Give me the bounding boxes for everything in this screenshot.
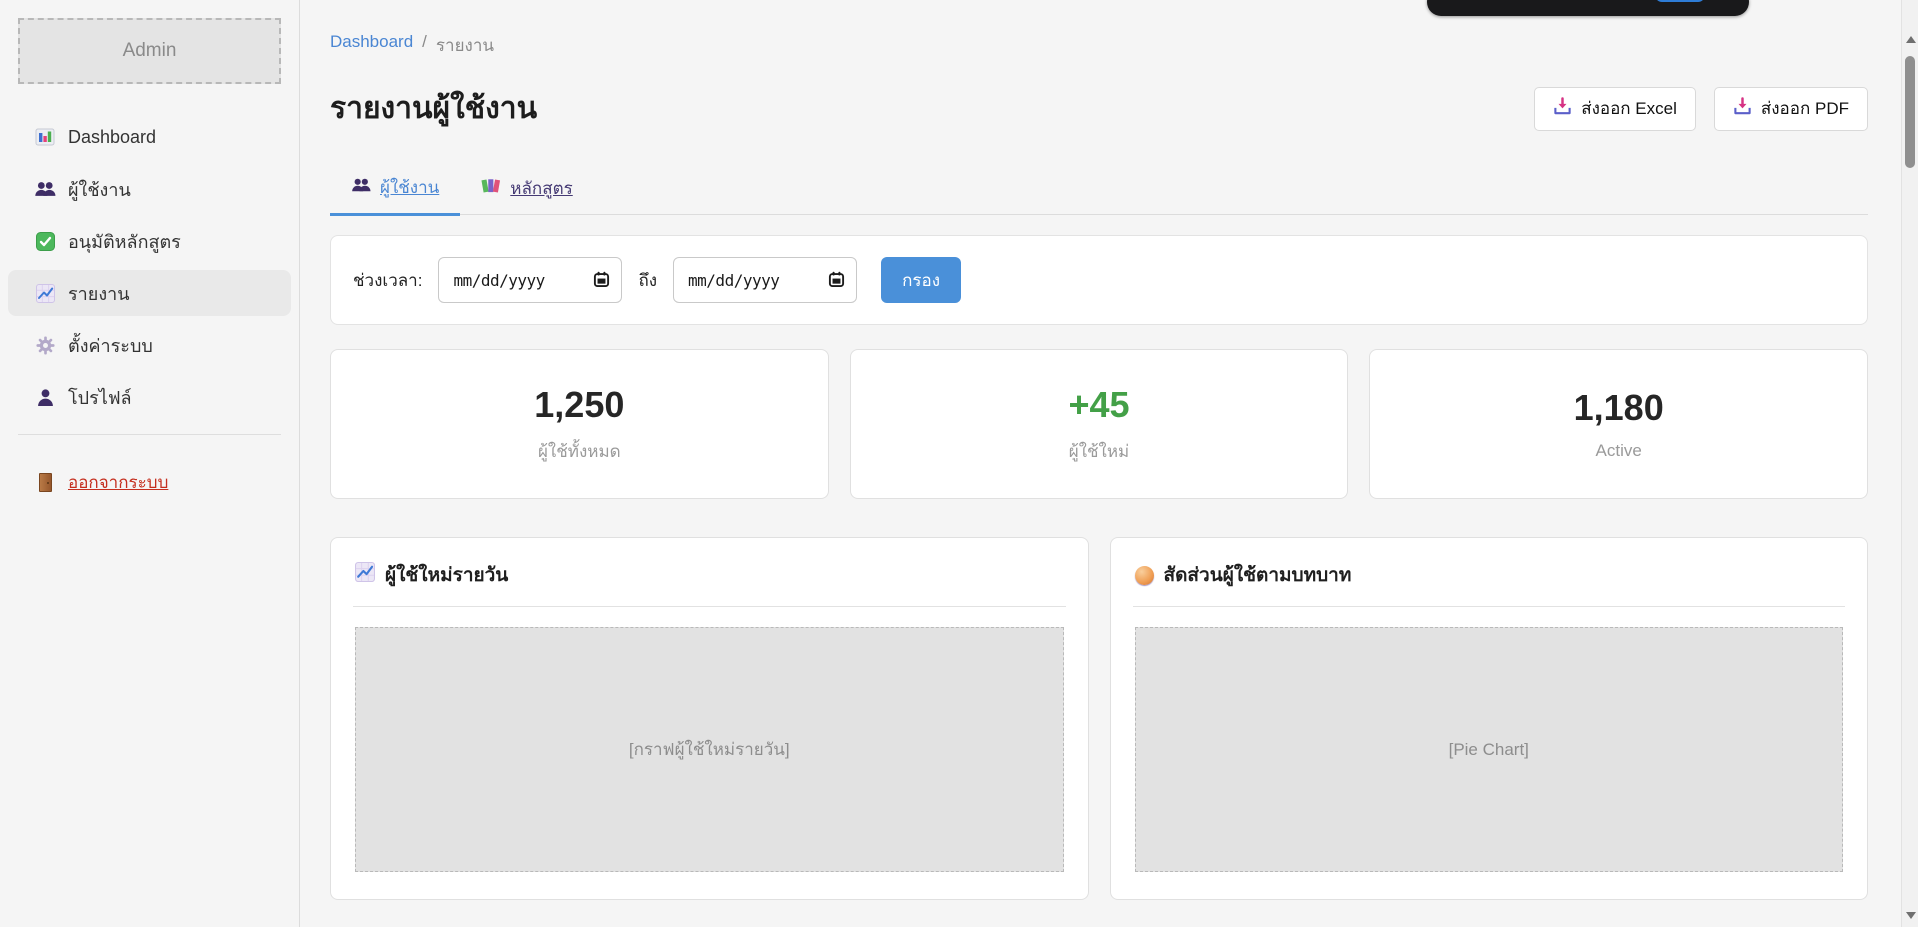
vertical-scrollbar[interactable] (1901, 0, 1918, 927)
admin-label: Admin (123, 40, 177, 62)
sidebar-item-label: โปรไฟล์ (68, 383, 132, 412)
sidebar: Admin Dashboard (0, 0, 300, 927)
panel-header: ผู้ใช้ใหม่รายวัน (355, 560, 1064, 590)
tab-users[interactable]: ผู้ใช้งาน (330, 166, 460, 216)
sidebar-item-label: รายงาน (68, 279, 130, 308)
pie-chart-placeholder: [Pie Chart] (1135, 627, 1844, 872)
panel-divider (1133, 606, 1846, 607)
panel-title: สัดส่วนผู้ใช้ตามบทบาท (1164, 560, 1352, 590)
stat-card-new-users: +45 ผู้ใช้ใหม่ (850, 349, 1349, 499)
sidebar-divider (18, 434, 281, 435)
stats-row: 1,250 ผู้ใช้ทั้งหมด +45 ผู้ใช้ใหม่ 1,180… (330, 349, 1868, 499)
approve-check-icon (34, 232, 56, 251)
download-tray-icon (1553, 97, 1572, 121)
sidebar-item-settings[interactable]: ตั้งค่าระบบ (8, 322, 291, 368)
date-from-wrap (438, 257, 622, 303)
stat-value: 1,180 (1574, 387, 1664, 429)
sidebar-item-reports[interactable]: รายงาน (8, 270, 291, 316)
logout-link[interactable]: ออกจากระบบ (8, 469, 291, 496)
stat-card-active-users: 1,180 Active (1369, 349, 1868, 499)
door-icon (34, 473, 56, 492)
sidebar-item-users[interactable]: ผู้ใช้งาน (8, 166, 291, 212)
stat-card-total-users: 1,250 ผู้ใช้ทั้งหมด (330, 349, 829, 499)
line-chart-icon (34, 284, 56, 303)
person-icon (34, 388, 56, 407)
panel-title: ผู้ใช้ใหม่รายวัน (385, 560, 508, 590)
sidebar-item-label: Dashboard (68, 127, 156, 148)
sidebar-menu: Dashboard ผู้ใช้งาน (0, 114, 299, 420)
stat-label: Active (1596, 441, 1642, 461)
line-chart-icon (355, 562, 375, 588)
export-pdf-button[interactable]: ส่งออก PDF (1714, 87, 1868, 131)
daily-new-users-panel: ผู้ใช้ใหม่รายวัน [กราฟผู้ใช้ใหม่รายวัน] (330, 537, 1089, 900)
stat-label: ผู้ใช้ใหม่ (1069, 438, 1130, 465)
report-tabs: ผู้ใช้งาน หลักสูตร (330, 166, 1868, 215)
sidebar-item-label: ผู้ใช้งาน (68, 175, 131, 204)
breadcrumb-separator: / (422, 32, 427, 59)
date-to-input[interactable] (673, 257, 857, 303)
logout-label: ออกจากระบบ (68, 469, 168, 496)
scroll-down-arrow-icon[interactable] (1906, 912, 1916, 919)
export-excel-button[interactable]: ส่งออก Excel (1534, 87, 1696, 131)
export-pdf-label: ส่งออก PDF (1761, 95, 1849, 122)
gear-icon (34, 336, 56, 355)
chart-panels: ผู้ใช้ใหม่รายวัน [กราฟผู้ใช้ใหม่รายวัน] … (330, 537, 1868, 900)
admin-report-page: Admin Dashboard (0, 0, 1918, 927)
stat-value: +45 (1068, 384, 1129, 426)
download-tray-icon (1733, 97, 1752, 121)
books-icon (481, 177, 501, 199)
panel-divider (353, 606, 1066, 607)
stat-label: ผู้ใช้ทั้งหมด (538, 438, 621, 465)
breadcrumb-dashboard-link[interactable]: Dashboard (330, 32, 413, 59)
browser-media-overlay[interactable] (1427, 0, 1749, 16)
placeholder-text: [Pie Chart] (1449, 740, 1529, 760)
admin-logo-badge: Admin (18, 18, 281, 84)
breadcrumb-current: รายงาน (436, 32, 494, 59)
filter-submit-button[interactable]: กรอง (881, 257, 961, 303)
tab-users-label: ผู้ใช้งาน (380, 174, 439, 201)
title-row: รายงานผู้ใช้งาน ส่งออก Excel (330, 85, 1868, 132)
sidebar-item-approve-courses[interactable]: อนุมัติหลักสูตร (8, 218, 291, 264)
page-title: รายงานผู้ใช้งาน (330, 85, 537, 132)
sidebar-item-label: อนุมัติหลักสูตร (68, 227, 181, 256)
date-to-label: ถึง (638, 267, 657, 294)
panel-header: สัดส่วนผู้ใช้ตามบทบาท (1135, 560, 1844, 590)
user-roles-panel: สัดส่วนผู้ใช้ตามบทบาท [Pie Chart] (1110, 537, 1869, 900)
sidebar-item-profile[interactable]: โปรไฟล์ (8, 374, 291, 420)
sidebar-item-dashboard[interactable]: Dashboard (8, 114, 291, 160)
date-to-wrap (673, 257, 857, 303)
pie-chart-icon (1135, 566, 1154, 585)
tab-courses[interactable]: หลักสูตร (460, 166, 593, 214)
media-overlay-button[interactable] (1655, 0, 1705, 2)
date-from-input[interactable] (438, 257, 622, 303)
stat-value: 1,250 (534, 384, 624, 426)
scroll-up-arrow-icon[interactable] (1906, 36, 1916, 43)
tab-courses-label: หลักสูตร (510, 175, 572, 202)
export-buttons: ส่งออก Excel ส่งออก PDF (1534, 87, 1868, 131)
daily-users-chart-placeholder: [กราฟผู้ใช้ใหม่รายวัน] (355, 627, 1064, 872)
export-excel-label: ส่งออก Excel (1581, 95, 1677, 122)
date-filter-panel: ช่วงเวลา: ถึง (330, 235, 1868, 325)
users-icon (34, 180, 56, 198)
placeholder-text: [กราฟผู้ใช้ใหม่รายวัน] (629, 736, 790, 763)
bar-chart-icon (34, 127, 56, 147)
main-content: Dashboard / รายงาน รายงานผู้ใช้งาน ส่งออ… (330, 0, 1868, 927)
date-range-label: ช่วงเวลา: (353, 267, 422, 294)
users-icon (351, 177, 371, 198)
scrollbar-thumb[interactable] (1905, 56, 1915, 168)
sidebar-item-label: ตั้งค่าระบบ (68, 331, 153, 360)
